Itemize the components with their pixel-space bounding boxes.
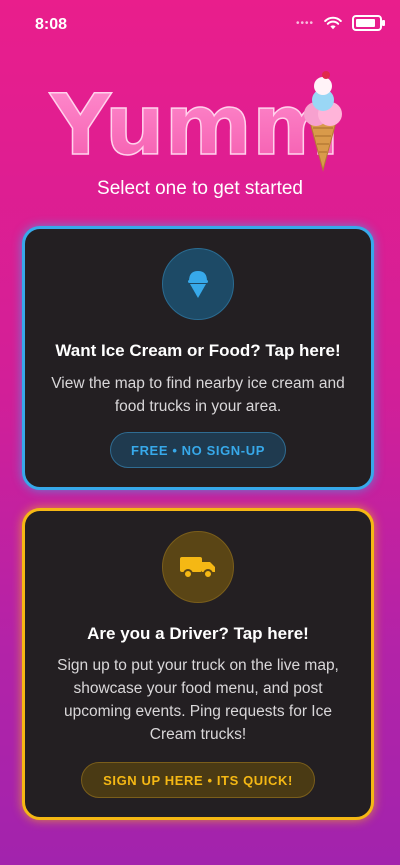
battery-icon xyxy=(352,15,385,31)
driver-card-description: Sign up to put your truck on the live ma… xyxy=(57,657,339,743)
tagline: Select one to get started xyxy=(97,178,303,199)
app-logo: Yumm xyxy=(48,71,342,172)
logo-text: Yumm xyxy=(49,76,340,172)
truck-icon-badge xyxy=(162,531,234,603)
truck-icon xyxy=(180,557,215,579)
ice-cream-icon-badge xyxy=(162,248,234,320)
signal-dots-icon: •••• xyxy=(295,17,314,29)
customer-card[interactable]: Want Ice Cream or Food? Tap here! View t… xyxy=(22,226,374,490)
status-time: 8:08 xyxy=(35,16,68,33)
customer-card-title: Want Ice Cream or Food? Tap here! xyxy=(55,341,341,360)
status-icons: •••• xyxy=(295,15,385,31)
ice-cream-icon xyxy=(188,271,208,298)
driver-card-title: Are you a Driver? Tap here! xyxy=(87,624,309,643)
free-no-signup-badge[interactable]: FREE • NO SIGN-UP xyxy=(110,432,286,468)
wifi-icon xyxy=(324,16,342,30)
status-bar: 8:08 •••• xyxy=(0,0,400,50)
customer-card-description: View the map to find nearby ice cream an… xyxy=(51,375,345,415)
sign-up-button[interactable]: SIGN UP HERE • ITS QUICK! xyxy=(81,762,315,798)
driver-card[interactable]: Are you a Driver? Tap here! Sign up to p… xyxy=(22,508,374,820)
